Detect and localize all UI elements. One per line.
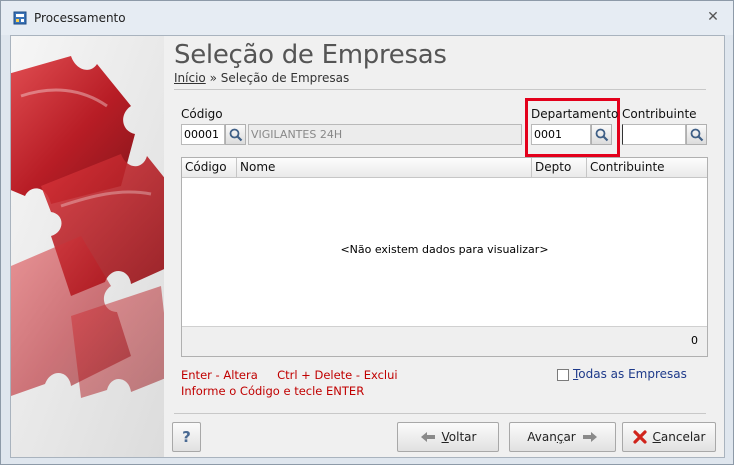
header-divider [174,89,706,90]
breadcrumb-separator: » [209,71,217,85]
red-x-icon [632,430,647,444]
contribuinte-input[interactable] [622,124,686,145]
column-header-codigo[interactable]: Código [182,158,237,178]
voltar-label: Voltar [441,430,477,444]
dialog-client: Seleção de Empresas Início » Seleção de … [10,35,725,458]
departamento-search-button[interactable] [591,124,612,145]
cancelar-button[interactable]: Cancelar [622,422,716,452]
grid-record-count: 0 [691,334,698,347]
title-bar: Processamento ✕ [1,1,733,35]
help-button[interactable]: ? [172,422,201,452]
empresa-name-field: VIGILANTES 24H [248,124,522,145]
breadcrumb-home-link[interactable]: Início [174,71,206,85]
page-title: Seleção de Empresas [174,40,447,70]
contribuinte-search-button[interactable] [686,124,707,145]
voltar-button[interactable]: Voltar [397,422,499,452]
departamento-label: Departamento [531,107,619,121]
grid-footer: 0 [182,326,707,356]
avancar-label: Avançar [527,430,576,444]
app-icon [13,11,27,25]
cancelar-label: Cancelar [652,430,706,444]
window-title: Processamento [34,11,126,25]
hint-line-1: Enter - Altera Ctrl + Delete - Exclui [181,368,398,382]
codigo-input[interactable]: 00001 [181,124,225,145]
empresas-grid[interactable]: Código Nome Depto Contribuinte <Não exis… [181,157,708,357]
codigo-label: Código [181,107,223,121]
column-header-depto[interactable]: Depto [532,158,587,178]
footer-divider [174,413,706,414]
contribuinte-label: Contribuinte [622,107,697,121]
breadcrumb: Início » Seleção de Empresas [174,71,349,85]
grid-empty-message: <Não existem dados para visualizar> [340,243,549,256]
column-header-contribuinte[interactable]: Contribuinte [587,158,707,178]
puzzle-banner [11,36,164,457]
processamento-window: Processamento ✕ Seleção de Empresas Iníc… [0,0,734,465]
column-header-nome[interactable]: Nome [237,158,532,178]
magnifier-icon [229,128,243,142]
magnifier-icon [595,128,609,142]
arrow-right-icon [582,432,597,442]
hint-delete: Ctrl + Delete - Exclui [277,368,398,382]
puzzle-image [11,36,164,457]
departamento-input[interactable]: 0001 [531,124,591,145]
codigo-search-button[interactable] [225,124,246,145]
magnifier-icon [690,128,704,142]
hint-line-2: Informe o Código e tecle ENTER [181,384,365,398]
close-icon: ✕ [707,9,719,25]
arrow-left-icon [420,432,435,442]
grid-header: Código Nome Depto Contribuinte [182,158,707,178]
close-button[interactable]: ✕ [701,9,725,27]
todas-empresas-checkbox[interactable] [557,369,569,381]
hint-alter: Enter - Altera [181,368,258,382]
question-icon: ? [182,428,191,446]
breadcrumb-current: Seleção de Empresas [220,71,350,85]
avancar-button[interactable]: Avançar [509,422,616,452]
todas-empresas-label[interactable]: Todas as Empresas [573,367,687,381]
